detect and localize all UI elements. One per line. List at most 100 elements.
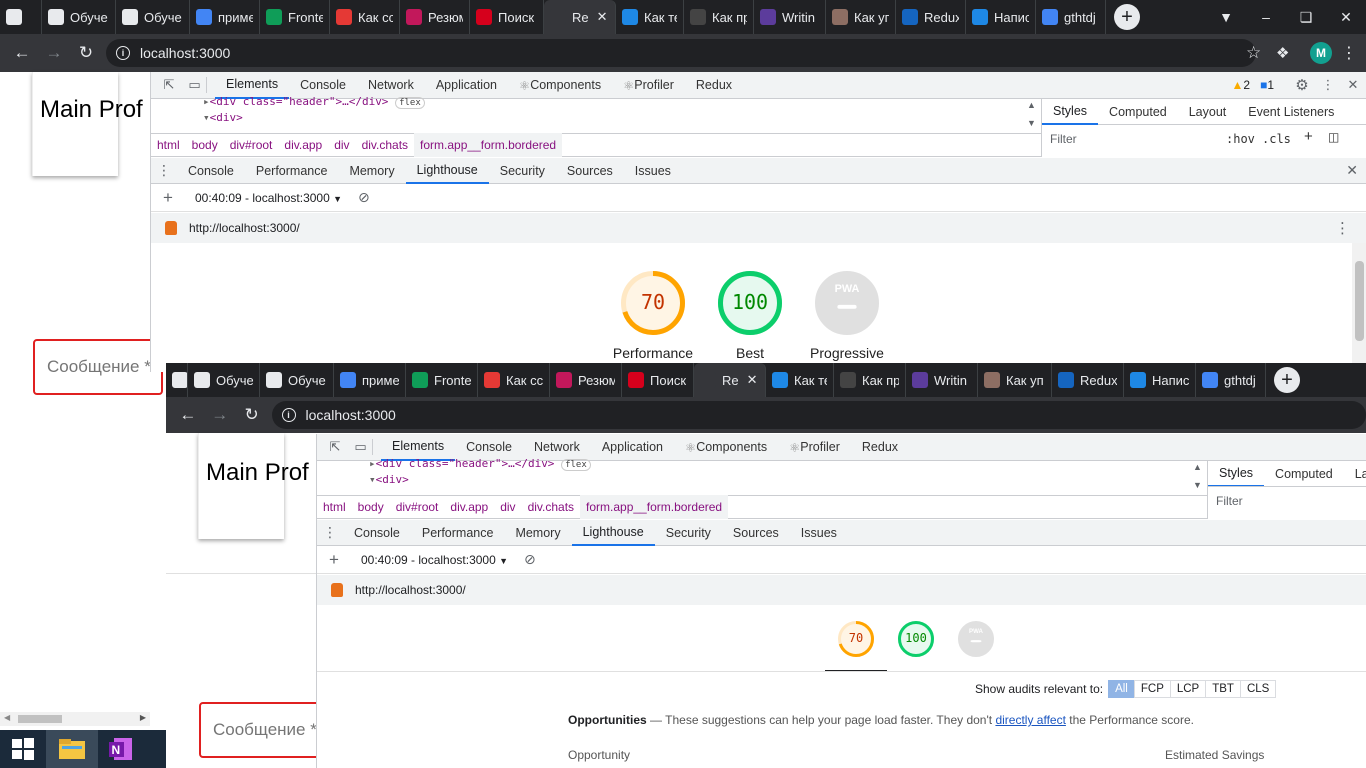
breadcrumb-item[interactable]: form.app__form.bordered [414, 133, 563, 157]
drawer-tab-console[interactable]: Console [177, 158, 245, 184]
scroll-left-icon[interactable]: ◀ [4, 713, 10, 722]
score-gauge[interactable]: 70 Performance [613, 271, 693, 361]
score-gauge[interactable]: 70 [838, 621, 874, 657]
nested-code-line-div[interactable]: ▾<div> [369, 473, 409, 486]
horizontal-scrollbar-thumb[interactable] [18, 715, 62, 723]
browser-tab[interactable]: Как пр [684, 0, 754, 34]
collapse-icon[interactable]: ▾ [203, 111, 210, 124]
scrollbar-thumb[interactable] [1355, 261, 1364, 341]
more-options-icon[interactable]: ⋮ [1316, 77, 1340, 93]
browser-tab[interactable]: Напис [966, 0, 1036, 34]
styles-tab[interactable]: Event Listeners [1237, 99, 1345, 125]
device-toggle-icon[interactable]: ▭ [183, 77, 207, 93]
nested-info-icon[interactable]: i [281, 408, 296, 422]
breadcrumb-item[interactable]: body [352, 495, 390, 519]
report-select[interactable]: 00:40:09 - localhost:3000 ▼ [195, 191, 342, 205]
settings-gear-icon[interactable]: ⚙ [1288, 76, 1316, 94]
breadcrumb-item[interactable]: div.app [444, 495, 494, 519]
nested-scroll-up-icon[interactable]: ▲ [1193, 462, 1202, 472]
breadcrumb-item[interactable]: form.app__form.bordered [580, 495, 729, 519]
nested-report-url[interactable]: http://localhost:3000/ [355, 583, 466, 597]
drawer-tab-security[interactable]: Security [655, 520, 722, 546]
devtools-tab-redux[interactable]: Redux [685, 72, 743, 99]
menu-icon[interactable]: ⋮ [1332, 43, 1366, 63]
windows-start-icon[interactable] [0, 730, 46, 768]
nested-message-input[interactable]: Сообщение * [199, 702, 329, 758]
browser-tab[interactable]: Поиск [470, 0, 544, 34]
file-explorer-icon[interactable] [46, 730, 98, 768]
browser-tab[interactable]: Резюм [400, 0, 470, 34]
forward-icon[interactable]: → [38, 43, 70, 63]
browser-tab[interactable]: Redux [1052, 363, 1124, 397]
warnings-badge[interactable]: ▲2 [1231, 78, 1250, 92]
breadcrumb-item[interactable]: div.chats [522, 495, 580, 519]
devtools-tab-profiler[interactable]: ⚛ Profiler [612, 72, 685, 99]
styles-tab[interactable]: Styles [1042, 99, 1099, 125]
score-gauge[interactable]: PWA Progressive [810, 271, 884, 361]
drawer-tab-memory[interactable]: Memory [338, 158, 405, 184]
browser-tab[interactable] [166, 363, 188, 397]
devtools-tab-profiler[interactable]: ⚛ Profiler [778, 434, 851, 461]
audit-filter-lcp[interactable]: LCP [1169, 680, 1207, 698]
score-gauge[interactable]: 100 [898, 621, 934, 657]
toggle-sidebar-icon[interactable]: ◫ [1328, 130, 1339, 144]
scroll-right-icon[interactable]: ▶ [140, 713, 146, 722]
scrollbar[interactable] [1352, 243, 1366, 372]
address-bar[interactable]: i localhost:3000 [106, 39, 1256, 67]
new-tab-button[interactable]: + [1274, 367, 1300, 393]
cls-toggle[interactable]: .cls [1262, 132, 1291, 146]
browser-tab[interactable]: Поиск [622, 363, 694, 397]
avatar[interactable]: M [1310, 42, 1332, 64]
report-url[interactable]: http://localhost:3000/ [189, 221, 300, 235]
drawer-tab-lighthouse[interactable]: Lighthouse [405, 158, 489, 184]
breadcrumb-item[interactable]: html [151, 133, 186, 157]
close-drawer-icon[interactable]: ✕ [1346, 162, 1358, 179]
browser-tab[interactable]: Re ✕ [694, 363, 766, 397]
breadcrumb-item[interactable]: div [328, 133, 355, 157]
flex-badge[interactable]: flex [395, 97, 425, 109]
browser-tab[interactable]: Как пр [834, 363, 906, 397]
browser-tab[interactable]: gthtdj [1036, 0, 1106, 34]
message-input[interactable]: Сообщение * [33, 339, 163, 395]
nested-styles-filter-input[interactable]: Filter [1216, 494, 1243, 508]
audit-filter-cls[interactable]: CLS [1239, 680, 1277, 698]
devtools-tab-application[interactable]: Application [425, 72, 508, 99]
directly-affect-link[interactable]: directly affect [995, 713, 1065, 727]
reload-icon[interactable]: ↻ [70, 43, 102, 63]
onenote-icon[interactable]: N [98, 730, 144, 768]
browser-tab[interactable]: Как те [766, 363, 834, 397]
browser-tab[interactable]: Обуче [188, 363, 260, 397]
styles-tab[interactable]: Computed [1264, 461, 1344, 486]
browser-tab[interactable]: Резюм [550, 363, 622, 397]
breadcrumb-item[interactable]: html [317, 495, 352, 519]
close-tab-icon[interactable]: ✕ [747, 372, 758, 388]
drawer-menu-icon[interactable]: ⋮ [151, 162, 177, 179]
browser-tab[interactable]: Обуче [42, 0, 116, 34]
inspect-icon[interactable]: ⇱ [155, 77, 183, 93]
styles-tab[interactable]: Layout [1178, 99, 1238, 125]
close-devtools-icon[interactable]: ✕ [1340, 77, 1366, 93]
nested-clear-icon[interactable]: ⊘ [524, 551, 536, 568]
audit-filter-fcp[interactable]: FCP [1133, 680, 1171, 698]
browser-tab[interactable]: Обуче [116, 0, 190, 34]
devtools-tab-components[interactable]: ⚛ Components [674, 434, 778, 461]
nested-scroll-down-icon[interactable]: ▼ [1193, 480, 1202, 490]
browser-tab[interactable]: Re ✕ [544, 0, 616, 34]
browser-tab[interactable]: Fronte [260, 0, 330, 34]
nested-inspect-icon[interactable]: ⇱ [321, 439, 349, 455]
expand-icon[interactable]: ▸ [203, 95, 210, 108]
drawer-tab-performance[interactable]: Performance [245, 158, 339, 184]
nested-device-toggle-icon[interactable]: ▭ [349, 439, 373, 455]
new-rule-icon[interactable]: + [1304, 128, 1313, 145]
drawer-tab-security[interactable]: Security [489, 158, 556, 184]
drawer-tab-sources[interactable]: Sources [722, 520, 790, 546]
horizontal-scrollbar[interactable]: ◀ ▶ [0, 712, 150, 726]
browser-tab[interactable]: Как уп [826, 0, 896, 34]
styles-filter-input[interactable]: Filter [1050, 132, 1077, 146]
browser-tab[interactable]: приме [190, 0, 260, 34]
extensions-icon[interactable]: ❖ [1276, 44, 1310, 62]
drawer-tab-lighthouse[interactable]: Lighthouse [571, 520, 655, 546]
browser-tab[interactable]: Как сс [330, 0, 400, 34]
score-gauge[interactable]: PWA [958, 621, 994, 657]
audit-filter-tbt[interactable]: TBT [1205, 680, 1241, 698]
